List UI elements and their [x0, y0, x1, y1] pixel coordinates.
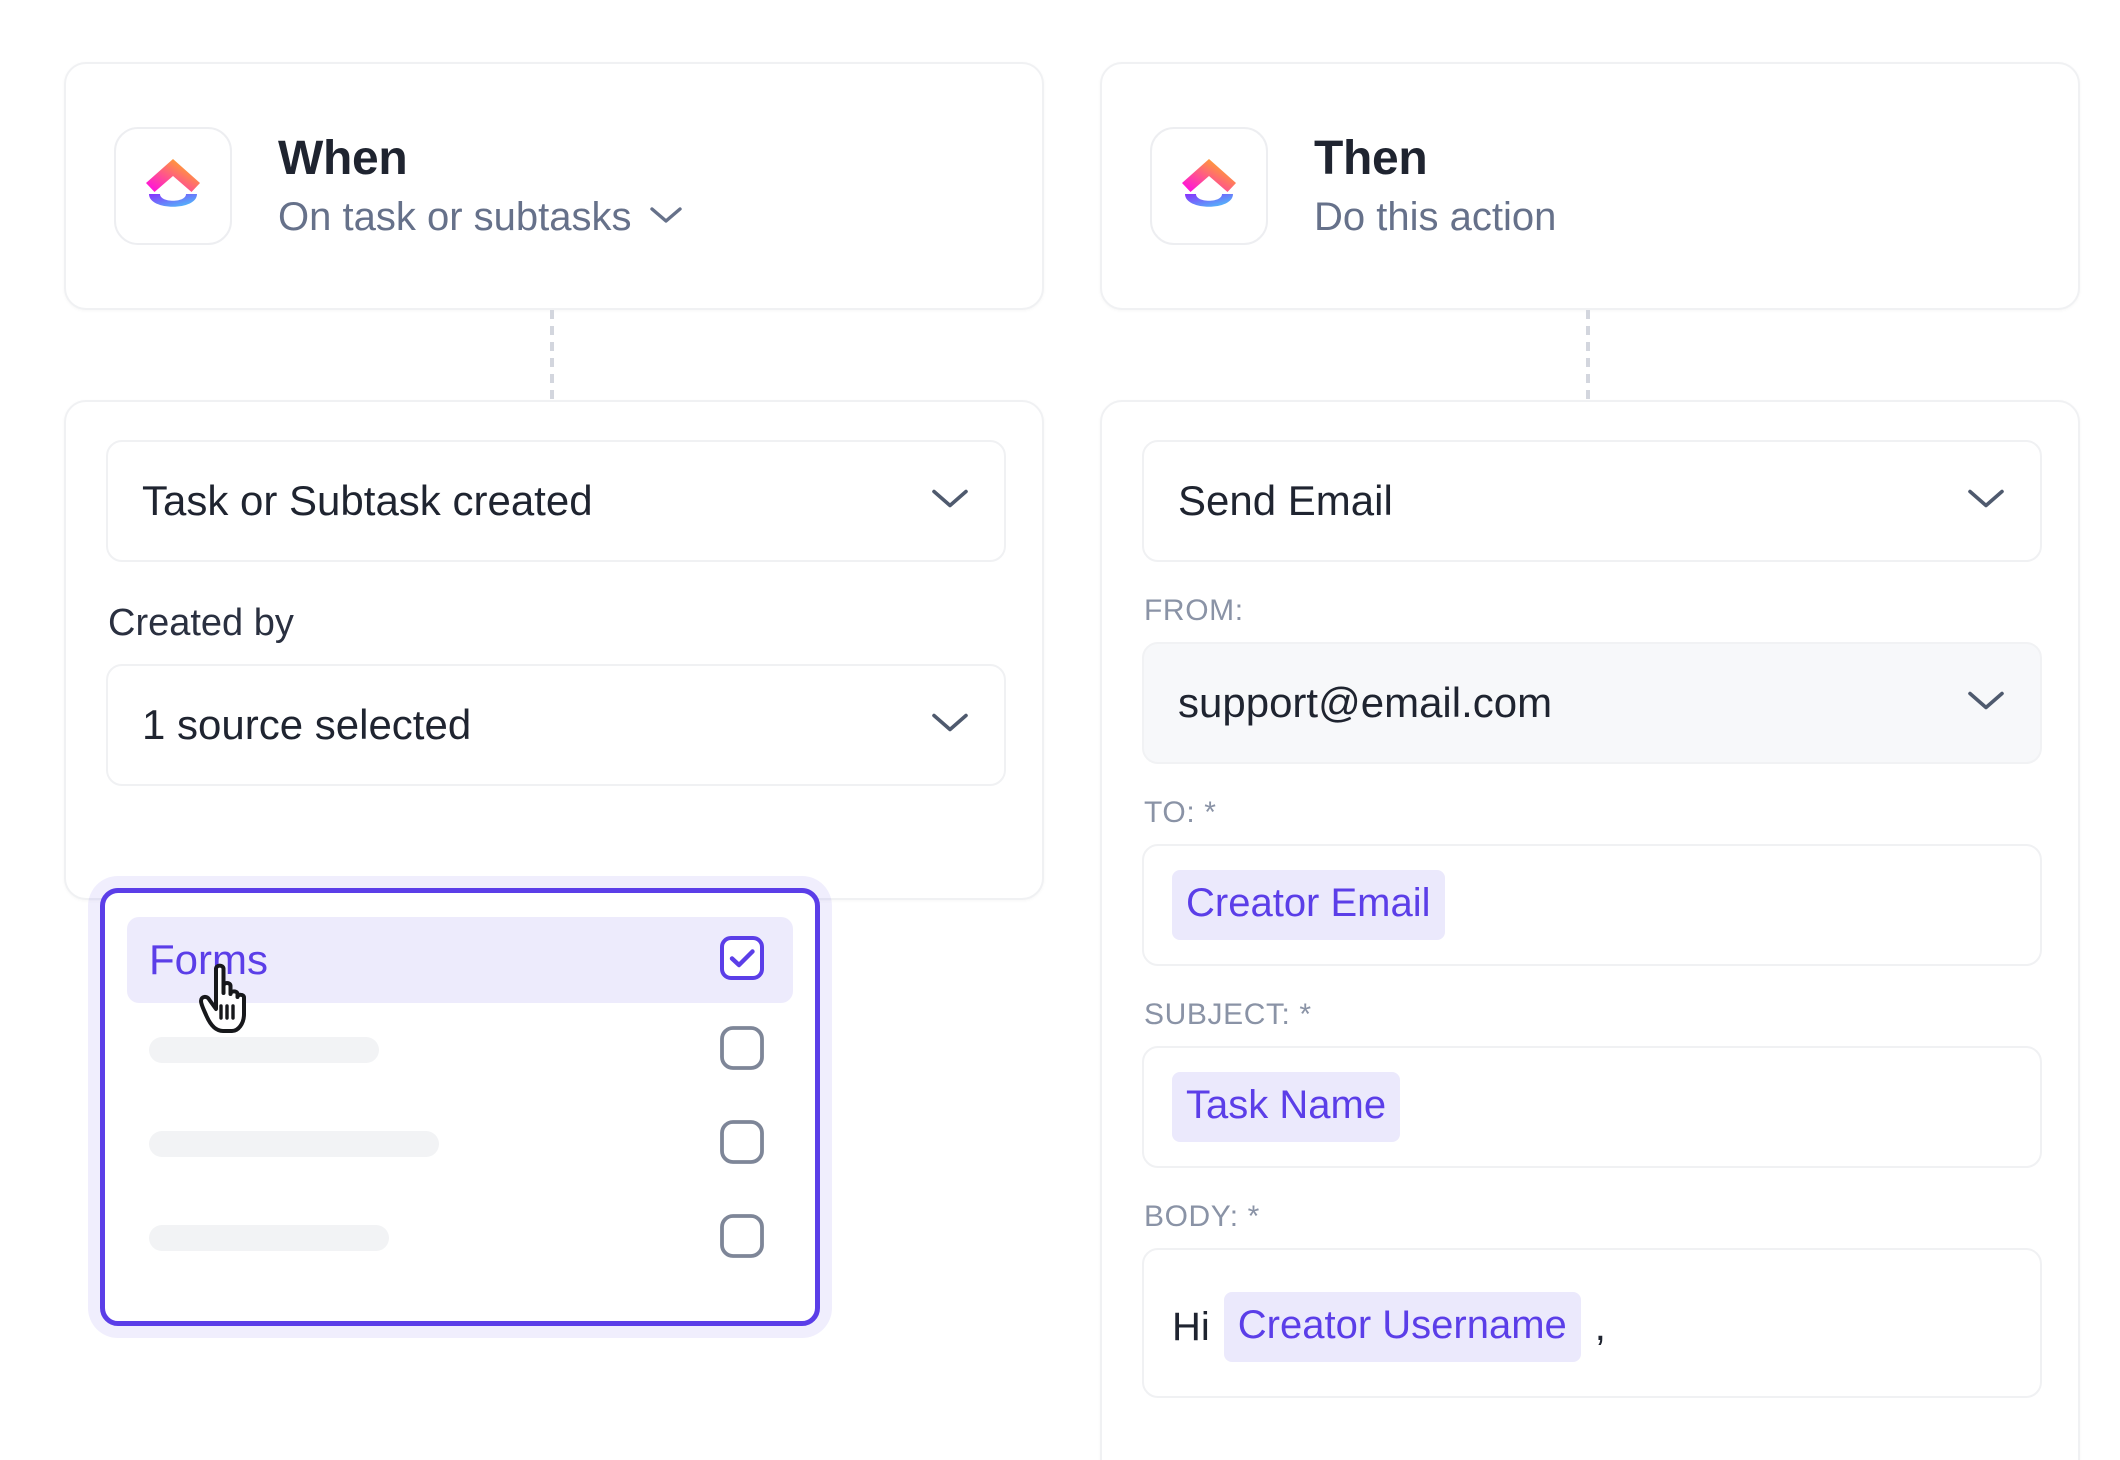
when-header-text: When On task or subtasks	[278, 131, 683, 242]
checkbox-checked-icon[interactable]	[719, 935, 765, 986]
when-header-card: When On task or subtasks	[64, 62, 1044, 310]
from-select-value: support@email.com	[1178, 682, 1552, 724]
placeholder-bar	[149, 1037, 379, 1063]
chevron-down-icon[interactable]	[1966, 487, 2006, 516]
when-body-card: Task or Subtask created Created by 1 sou…	[64, 400, 1044, 900]
then-subtitle: Do this action	[1314, 194, 1556, 241]
chevron-down-icon[interactable]	[930, 711, 970, 740]
then-header-card: Then Do this action	[1100, 62, 2080, 310]
chevron-down-icon[interactable]	[1966, 689, 2006, 718]
chevron-down-icon[interactable]	[649, 205, 683, 230]
placeholder-bar	[149, 1225, 389, 1251]
source-select-value: 1 source selected	[142, 704, 471, 746]
subject-token-task-name[interactable]: Task Name	[1172, 1072, 1400, 1142]
clickup-logo-icon	[1150, 127, 1268, 245]
when-body-inner: Task or Subtask created Created by 1 sou…	[66, 402, 1042, 786]
body-greeting-text: Hi	[1172, 1307, 1210, 1347]
from-label: FROM:	[1144, 596, 2038, 626]
dropdown-item-forms[interactable]: Forms	[127, 917, 793, 1003]
trigger-select-value: Task or Subtask created	[142, 480, 593, 522]
checkbox-unchecked-icon[interactable]	[719, 1025, 765, 1076]
chevron-down-icon[interactable]	[930, 487, 970, 516]
body-field[interactable]: Hi Creator Username ,	[1142, 1248, 2042, 1398]
created-by-label: Created by	[108, 604, 1002, 642]
subject-label: SUBJECT: *	[1144, 1000, 2038, 1030]
forms-source-dropdown[interactable]: Forms	[100, 888, 820, 1326]
subject-field[interactable]: Task Name	[1142, 1046, 2042, 1168]
dropdown-item-label: Forms	[149, 939, 268, 981]
body-token-creator-username[interactable]: Creator Username	[1224, 1292, 1581, 1362]
body-first-line: Hi Creator Username ,	[1172, 1292, 1606, 1362]
when-subtitle-row[interactable]: On task or subtasks	[278, 194, 683, 241]
from-select[interactable]: support@email.com	[1142, 642, 2042, 764]
then-body-inner: Send Email FROM: support@email.com	[1102, 402, 2078, 1398]
body-comma-text: ,	[1595, 1307, 1606, 1347]
body-label: BODY: *	[1144, 1202, 2038, 1232]
dropdown-item-placeholder[interactable]	[127, 1097, 793, 1191]
dropdown-item-placeholder[interactable]	[127, 1003, 793, 1097]
then-connector-line	[1586, 310, 1590, 406]
checkbox-unchecked-icon[interactable]	[719, 1119, 765, 1170]
then-header-text: Then Do this action	[1314, 131, 1556, 242]
source-select[interactable]: 1 source selected	[106, 664, 1006, 786]
then-body-card: Send Email FROM: support@email.com	[1100, 400, 2080, 1460]
then-subtitle-row: Do this action	[1314, 194, 1556, 241]
action-select[interactable]: Send Email	[1142, 440, 2042, 562]
trigger-select[interactable]: Task or Subtask created	[106, 440, 1006, 562]
then-title: Then	[1314, 131, 1556, 187]
clickup-logo-icon	[114, 127, 232, 245]
when-title: When	[278, 131, 683, 187]
to-token-creator-email[interactable]: Creator Email	[1172, 870, 1445, 940]
placeholder-bar	[149, 1131, 439, 1157]
checkbox-unchecked-icon[interactable]	[719, 1213, 765, 1264]
when-subtitle: On task or subtasks	[278, 194, 631, 241]
automation-builder-canvas: When On task or subtasks Task or Subtask…	[0, 0, 2120, 1460]
dropdown-item-placeholder[interactable]	[127, 1191, 793, 1285]
to-label: TO: *	[1144, 798, 2038, 828]
when-connector-line	[550, 310, 554, 406]
action-select-value: Send Email	[1178, 480, 1393, 522]
to-field[interactable]: Creator Email	[1142, 844, 2042, 966]
